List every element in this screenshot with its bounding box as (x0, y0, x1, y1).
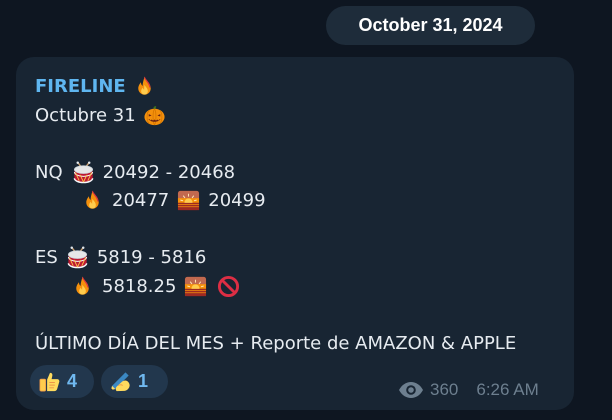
eye-icon (399, 382, 423, 398)
nq-levels-line: 20477 20499 (81, 189, 266, 212)
sunset-icon (177, 189, 200, 212)
reaction-count: 1 (138, 371, 149, 391)
nq-sunset-value: 20499 (208, 189, 266, 211)
drum-icon (72, 161, 95, 184)
message-author-line: FIRELINE (35, 75, 161, 98)
drum-icon (66, 246, 89, 269)
es-levels-line: 5818.25 (71, 275, 245, 298)
reaction-thumbs-up[interactable]: 4 (30, 365, 94, 398)
fire-icon (81, 189, 104, 212)
reaction-count: 4 (67, 371, 78, 391)
nq-fire-value: 20477 (112, 189, 170, 211)
fire-icon (133, 75, 156, 98)
es-range-line: ES 5819 - 5816 (35, 246, 206, 269)
prohibited-icon (217, 275, 240, 298)
fire-icon (71, 275, 94, 298)
sunset-icon (184, 275, 207, 298)
closing-line: ÚLTIMO DÍA DEL MES + Reporte de AMAZON &… (35, 333, 516, 355)
view-count: 360 (430, 380, 459, 399)
message-time: 6:26 AM (476, 380, 539, 399)
nq-label: NQ (35, 161, 63, 183)
message-meta: 360 6:26 AM (398, 380, 539, 400)
writing-hand-icon (109, 370, 132, 393)
date-line: Octubre 31 (35, 104, 171, 127)
jack-o-lantern-icon (143, 104, 166, 127)
nq-range: 20492 - 20468 (102, 161, 236, 183)
date-text: Octubre 31 (35, 104, 136, 126)
reaction-writing-hand[interactable]: 1 (101, 365, 168, 398)
thumbs-up-icon (38, 370, 61, 393)
date-separator-pill: October 31, 2024 (326, 6, 535, 45)
message-author[interactable]: FIRELINE (35, 76, 126, 98)
nq-range-line: NQ 20492 - 20468 (35, 161, 235, 184)
closing-text: ÚLTIMO DÍA DEL MES + Reporte de AMAZON &… (35, 333, 517, 354)
es-range: 5819 - 5816 (96, 246, 207, 268)
es-fire-value: 5818.25 (102, 275, 177, 297)
es-label: ES (35, 246, 58, 268)
